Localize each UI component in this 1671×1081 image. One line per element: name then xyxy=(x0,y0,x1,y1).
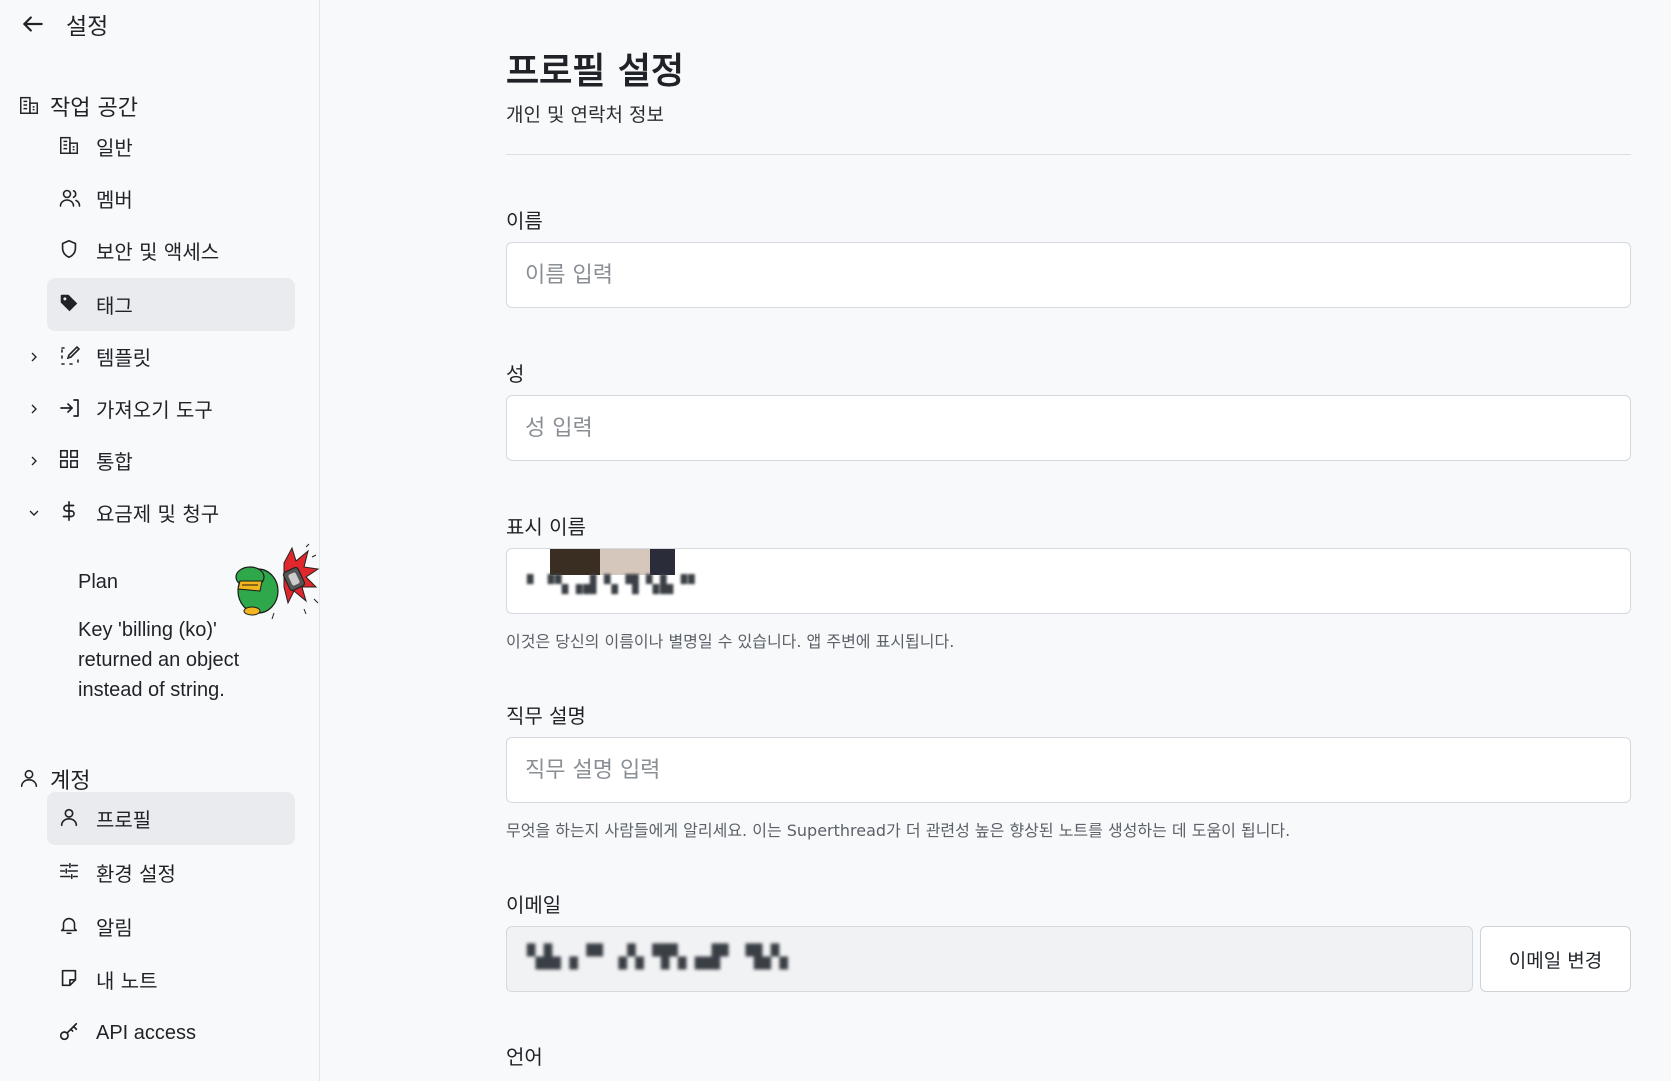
chevron-right-icon[interactable] xyxy=(26,349,42,365)
billing-error-line: returned an object xyxy=(78,649,240,671)
sidebar-item-label: 일반 xyxy=(96,136,133,160)
sidebar-item-label: API access xyxy=(96,1022,197,1044)
sidebar-item-label: 환경 설정 xyxy=(96,862,176,886)
building-icon xyxy=(58,134,84,160)
tag-icon xyxy=(58,292,84,318)
sidebar-item-security[interactable]: 보안 및 액세스 xyxy=(47,224,295,277)
user-icon xyxy=(18,767,42,791)
last-name-label: 성 xyxy=(506,362,525,386)
sidebar-item-import[interactable]: 가져오기 도구 xyxy=(47,382,295,435)
sidebar-item-api-access[interactable]: API access xyxy=(47,1007,295,1060)
sidebar-item-members[interactable]: 멤버 xyxy=(47,172,295,225)
sidebar-item-label: 요금제 및 청구 xyxy=(96,502,220,526)
workspace-section-heading: 작업 공간 xyxy=(18,90,138,122)
billing-error-line: Key 'billing (ko)' xyxy=(78,619,217,641)
sidebar-title: 설정 xyxy=(66,14,109,40)
sidebar-item-label: 멤버 xyxy=(96,188,133,212)
sidebar-item-general[interactable]: 일반 xyxy=(47,120,295,173)
sidebar-item-integrations[interactable]: 통합 xyxy=(47,434,295,487)
note-icon xyxy=(58,967,84,993)
account-section-heading: 계정 xyxy=(18,763,90,795)
sidebar-item-billing[interactable]: 요금제 및 청구 xyxy=(47,486,295,539)
sidebar-item-templates[interactable]: 템플릿 xyxy=(47,330,295,383)
sliders-icon xyxy=(58,860,84,886)
sidebar-item-label: 프로필 xyxy=(96,808,152,832)
main-content: 프로필 설정 개인 및 연락처 정보 이름 성 표시 이름 ▘▝▚▗▟▝▖▜ ▚… xyxy=(320,0,1671,1081)
billing-plan-link[interactable]: Plan xyxy=(78,567,118,597)
users-icon xyxy=(58,186,84,212)
change-email-button[interactable]: 이메일 변경 xyxy=(1480,926,1631,992)
last-name-input[interactable] xyxy=(506,395,1631,461)
redacted-block xyxy=(600,549,650,575)
sidebar-item-preferences[interactable]: 환경 설정 xyxy=(47,846,295,899)
user-icon xyxy=(58,806,84,832)
grid-icon xyxy=(58,448,84,474)
building-icon xyxy=(18,94,42,118)
shield-icon xyxy=(58,238,84,264)
sidebar-item-my-notes[interactable]: 내 노트 xyxy=(47,953,295,1006)
job-input[interactable] xyxy=(506,737,1631,803)
sidebar-item-label: 태그 xyxy=(96,294,133,318)
account-section-label: 계정 xyxy=(50,769,91,794)
sidebar-item-notifications[interactable]: 알림 xyxy=(47,900,295,953)
sidebar-item-tags[interactable]: 태그 xyxy=(47,278,295,331)
redacted-email: ▚▙▗▝▘ ▞▖▜▚▗▟▘▝▙▚ xyxy=(527,945,788,970)
workspace-section-label: 작업 공간 xyxy=(50,96,138,121)
page-title: 프로필 설정 xyxy=(506,51,685,92)
divider xyxy=(506,154,1631,155)
language-label: 언어 xyxy=(506,1045,543,1069)
import-icon xyxy=(58,396,84,422)
redacted-value: ▘▝▚▗▟▝▖▜ ▚▙▝▘ xyxy=(527,575,703,595)
key-icon xyxy=(58,1021,84,1047)
template-icon xyxy=(58,344,84,370)
email-label: 이메일 xyxy=(506,893,562,917)
display-name-hint: 이것은 당신의 이름이나 별명일 수 있습니다. 앱 주변에 표시됩니다. xyxy=(506,632,955,651)
sidebar-item-label: 통합 xyxy=(96,450,133,474)
bell-icon xyxy=(58,914,84,940)
first-name-label: 이름 xyxy=(506,209,543,233)
sidebar-item-profile[interactable]: 프로필 xyxy=(47,792,295,845)
dollar-icon xyxy=(58,500,84,526)
chevron-right-icon[interactable] xyxy=(26,453,42,469)
back-arrow-icon[interactable] xyxy=(20,11,46,37)
sidebar-header: 설정 xyxy=(20,8,108,40)
email-input: ▚▙▗▝▘ ▞▖▜▚▗▟▘▝▙▚ xyxy=(506,926,1473,992)
mascot-sticker-icon xyxy=(234,543,320,623)
chevron-down-icon[interactable] xyxy=(26,505,42,521)
sidebar-item-label: 가져오기 도구 xyxy=(96,398,213,422)
redacted-block xyxy=(650,549,675,575)
job-label: 직무 설명 xyxy=(506,704,586,728)
sidebar-item-label: 알림 xyxy=(96,916,133,940)
page-subtitle: 개인 및 연락처 정보 xyxy=(506,104,664,126)
display-name-label: 표시 이름 xyxy=(506,515,586,539)
first-name-input[interactable] xyxy=(506,242,1631,308)
job-hint: 무엇을 하는지 사람들에게 알리세요. 이는 Superthread가 더 관련… xyxy=(506,821,1291,840)
redacted-block xyxy=(550,549,600,575)
billing-error-line: instead of string. xyxy=(78,679,225,701)
sidebar-item-label: 템플릿 xyxy=(96,346,152,370)
chevron-right-icon[interactable] xyxy=(26,401,42,417)
sidebar-item-label: 내 노트 xyxy=(96,969,158,993)
display-name-input[interactable]: ▘▝▚▗▟▝▖▜ ▚▙▝▘ xyxy=(506,548,1631,614)
sidebar-item-label: 보안 및 액세스 xyxy=(96,240,220,264)
sidebar: 설정 작업 공간 일반 멤버 보안 및 액세스 태그 템플릿 가져오기 도구 통… xyxy=(0,0,320,1081)
